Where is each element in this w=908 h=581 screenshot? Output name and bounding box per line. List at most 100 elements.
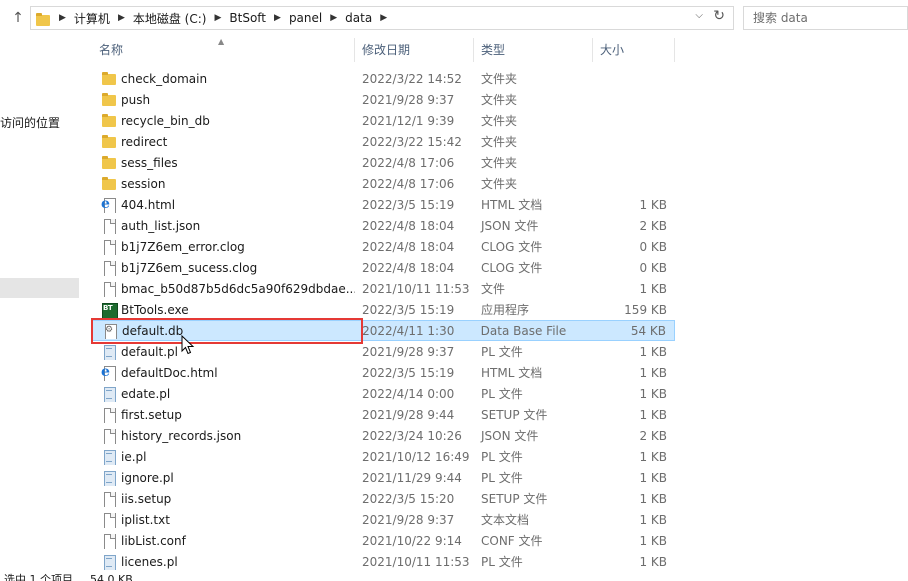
file-name-cell[interactable]: first.setup: [92, 407, 355, 423]
file-name-cell[interactable]: b1j7Z6em_sucess.clog: [92, 260, 355, 276]
file-name-cell[interactable]: licenes.pl: [92, 554, 355, 570]
file-name-cell[interactable]: iplist.txt: [92, 512, 355, 528]
file-type: HTML 文档: [481, 366, 543, 380]
file-row[interactable]: iis.setup 2022/3/5 15:20 SETUP 文件 1 KB: [92, 488, 675, 509]
breadcrumb-drive-c[interactable]: 本地磁盘 (C:): [133, 10, 207, 27]
chevron-right-icon[interactable]: ▶: [330, 13, 337, 23]
file-row[interactable]: bmac_b50d87b5d6dc5a90f629dbdae... 2021/10…: [92, 278, 675, 299]
file-date: 2021/9/28 9:37: [362, 344, 455, 359]
breadcrumb-data[interactable]: data: [345, 11, 372, 25]
file-row[interactable]: check_domain 2022/3/22 14:52 文件夹: [92, 68, 675, 89]
file-name-cell[interactable]: ie.pl: [92, 449, 355, 465]
file-row[interactable]: auth_list.json 2022/4/8 18:04 JSON 文件 2 KB: [92, 215, 675, 236]
file-row[interactable]: licenes.pl 2021/10/11 11:53 PL 文件 1 KB: [92, 551, 675, 572]
file-name-cell[interactable]: ignore.pl: [92, 470, 355, 486]
file-row[interactable]: redirect 2022/3/22 15:42 文件夹: [92, 131, 675, 152]
chevron-right-icon[interactable]: ▶: [380, 13, 387, 23]
file-name-cell[interactable]: session: [92, 176, 355, 192]
file-row[interactable]: BtTools.exe 2022/3/5 15:19 应用程序 159 KB: [92, 299, 675, 320]
column-header-name[interactable]: ▲ 名称: [92, 37, 355, 62]
chevron-down-icon[interactable]: ⌵: [695, 10, 703, 21]
breadcrumb-panel[interactable]: panel: [289, 11, 322, 25]
chevron-right-icon[interactable]: ▶: [214, 13, 221, 23]
file-row[interactable]: b1j7Z6em_sucess.clog 2022/4/8 18:04 CLOG 文…: [92, 257, 675, 278]
address-bar[interactable]: ▶ 计算机 ▶ 本地磁盘 (C:) ▶ BtSoft ▶ panel ▶ dat…: [30, 6, 734, 30]
file-name: edate.pl: [121, 386, 171, 401]
file-row[interactable]: first.setup 2021/9/28 9:44 SETUP 文件 1 KB: [92, 404, 675, 425]
file-type: PL 文件: [481, 387, 523, 401]
file-date: 2021/9/28 9:44: [362, 407, 455, 422]
file-row[interactable]: libList.conf 2021/10/22 9:14 CONF 文件 1 KB: [92, 530, 675, 551]
sort-up-icon: ▲: [218, 37, 225, 46]
file-row[interactable]: edate.pl 2022/4/14 0:00 PL 文件 1 KB: [92, 383, 675, 404]
up-arrow-icon[interactable]: ↑: [10, 9, 26, 27]
column-header-type[interactable]: 类型: [474, 38, 593, 62]
file-size: 1 KB: [639, 533, 667, 548]
file-date: 2022/3/24 10:26: [362, 428, 462, 443]
file-date: 2022/3/5 15:19: [362, 197, 455, 212]
file-name-cell[interactable]: default.db: [93, 323, 355, 339]
search-input[interactable]: [744, 7, 907, 29]
nav-item-recent-places[interactable]: 访问的位置: [0, 114, 60, 131]
file-name-cell[interactable]: push: [92, 92, 355, 108]
file-name: redirect: [121, 134, 168, 149]
file-name-cell[interactable]: iis.setup: [92, 491, 355, 507]
file-type: 文件夹: [481, 156, 518, 170]
breadcrumb-btsoft[interactable]: BtSoft: [229, 11, 266, 25]
refresh-icon[interactable]: ↻: [713, 8, 725, 24]
folder-icon: [101, 71, 117, 87]
file-row[interactable]: sess_files 2022/4/8 17:06 文件夹: [92, 152, 675, 173]
file-date: 2022/3/5 15:19: [362, 365, 455, 380]
chevron-right-icon[interactable]: ▶: [274, 13, 281, 23]
file-name-cell[interactable]: check_domain: [92, 71, 355, 87]
file-row[interactable]: iplist.txt 2021/9/28 9:37 文本文档 1 KB: [92, 509, 675, 530]
file-type: SETUP 文件: [481, 492, 548, 506]
file-size: 1 KB: [639, 386, 667, 401]
file-name: 404.html: [121, 197, 176, 212]
column-header-size[interactable]: 大小: [593, 38, 675, 62]
file-name-cell[interactable]: default.pl: [92, 344, 355, 360]
breadcrumb-computer[interactable]: 计算机: [74, 10, 110, 27]
file-name-cell[interactable]: bmac_b50d87b5d6dc5a90f629dbdae...: [92, 281, 355, 297]
file-name: ie.pl: [121, 449, 147, 464]
file-row[interactable]: ignore.pl 2021/11/29 9:44 PL 文件 1 KB: [92, 467, 675, 488]
file-name-cell[interactable]: defaultDoc.html: [92, 365, 355, 381]
file-row[interactable]: session 2022/4/8 17:06 文件夹: [92, 173, 675, 194]
column-header-date[interactable]: 修改日期: [355, 38, 474, 62]
file-type: SETUP 文件: [481, 408, 548, 422]
file-row[interactable]: default.pl 2021/9/28 9:37 PL 文件 1 KB: [92, 341, 675, 362]
file-name-cell[interactable]: redirect: [92, 134, 355, 150]
file-name-cell[interactable]: history_records.json: [92, 428, 355, 444]
file-size: 1 KB: [639, 344, 667, 359]
file-icon: [101, 239, 117, 255]
file-row[interactable]: ie.pl 2021/10/12 16:49 PL 文件 1 KB: [92, 446, 675, 467]
file-size: 1 KB: [639, 554, 667, 569]
file-row[interactable]: history_records.json 2022/3/24 10:26 JSON …: [92, 425, 675, 446]
file-row[interactable]: push 2021/9/28 9:37 文件夹: [92, 89, 675, 110]
script-file-icon: [101, 344, 117, 360]
file-name-cell[interactable]: b1j7Z6em_error.clog: [92, 239, 355, 255]
file-type: JSON 文件: [481, 219, 539, 233]
file-name-cell[interactable]: BtTools.exe: [92, 302, 355, 318]
file-row[interactable]: defaultDoc.html 2022/3/5 15:19 HTML 文档 1 KB: [92, 362, 675, 383]
file-name: first.setup: [121, 407, 182, 422]
file-name-cell[interactable]: sess_files: [92, 155, 355, 171]
file-row[interactable]: default.db 2022/4/11 1:30 Data Base File 54…: [92, 320, 675, 341]
file-date: 2021/9/28 9:37: [362, 92, 455, 107]
file-name-cell[interactable]: auth_list.json: [92, 218, 355, 234]
chevron-right-icon[interactable]: ▶: [118, 13, 125, 23]
file-size: 1 KB: [639, 491, 667, 506]
file-name-cell[interactable]: libList.conf: [92, 533, 355, 549]
file-name: bmac_b50d87b5d6dc5a90f629dbdae...: [121, 281, 355, 296]
file-row[interactable]: 404.html 2022/3/5 15:19 HTML 文档 1 KB: [92, 194, 675, 215]
chevron-right-icon[interactable]: ▶: [59, 13, 66, 23]
search-box[interactable]: [743, 6, 908, 30]
file-name-cell[interactable]: 404.html: [92, 197, 355, 213]
file-name-cell[interactable]: recycle_bin_db: [92, 113, 355, 129]
file-name-cell[interactable]: edate.pl: [92, 386, 355, 402]
file-row[interactable]: b1j7Z6em_error.clog 2022/4/8 18:04 CLOG 文件…: [92, 236, 675, 257]
nav-item-selected[interactable]: [0, 278, 79, 298]
file-type: 文件夹: [481, 93, 518, 107]
script-file-icon: [101, 470, 117, 486]
file-row[interactable]: recycle_bin_db 2021/12/1 9:39 文件夹: [92, 110, 675, 131]
